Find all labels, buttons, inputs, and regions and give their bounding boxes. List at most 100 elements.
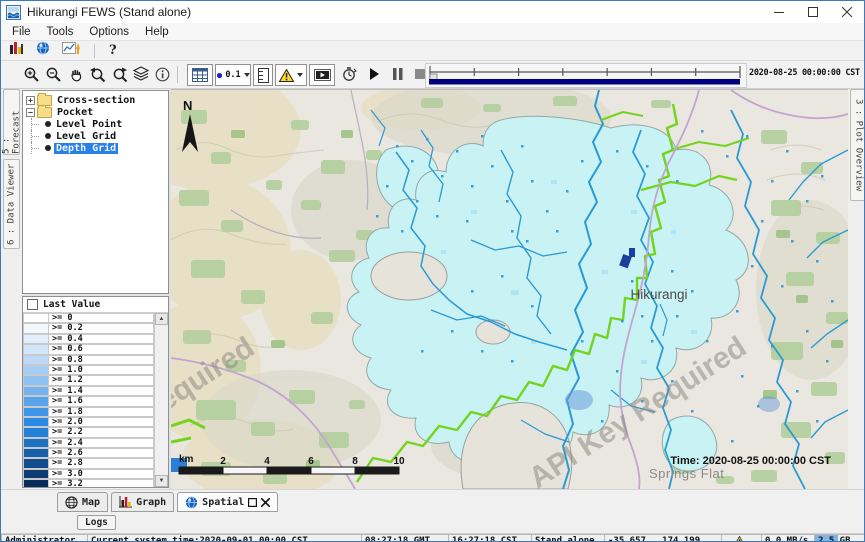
legend-row[interactable]: >= 3.2 <box>23 479 154 487</box>
tab-data-viewer[interactable]: 6 : Data Viewer <box>3 159 20 249</box>
legend-label: >= 1.0 <box>49 365 154 375</box>
legend-row[interactable]: >= 2.4 <box>23 438 154 448</box>
play-button[interactable] <box>369 64 380 84</box>
legend-row[interactable]: >= 0.6 <box>23 344 154 354</box>
legend-row[interactable]: >= 0 <box>23 313 154 323</box>
last-value-checkbox[interactable] <box>27 299 38 310</box>
scroll-up-icon[interactable]: ▲ <box>155 313 168 325</box>
timeseries-display-button[interactable] <box>62 41 80 60</box>
tab-forecast[interactable]: 5 : Forecast <box>3 89 20 155</box>
tree-item-level-point[interactable]: Level Point <box>23 118 168 130</box>
legend-row[interactable]: >= 3.0 <box>23 469 154 479</box>
scroll-down-icon[interactable]: ▼ <box>155 475 168 487</box>
layers-button[interactable] <box>133 64 149 84</box>
grid-display-toggle[interactable] <box>187 64 213 86</box>
legend-row[interactable]: >= 2.6 <box>23 448 154 458</box>
tree-item-level-grid[interactable]: Level Grid <box>23 130 168 142</box>
logs-row: Logs <box>1 512 864 533</box>
legend-label: >= 2.6 <box>49 448 154 458</box>
ruler-button[interactable] <box>253 64 273 86</box>
warning-triangle-icon[interactable] <box>733 536 746 542</box>
node-bullet-icon <box>45 121 51 127</box>
dock-tab-graph[interactable]: Graph <box>111 492 174 512</box>
minimize-button[interactable] <box>762 1 796 23</box>
logs-tab[interactable]: Logs <box>77 515 116 530</box>
legend-swatch <box>23 448 49 458</box>
dock-tab-map[interactable]: Map <box>57 492 108 512</box>
legend-row[interactable]: >= 1.2 <box>23 375 154 385</box>
legend-swatch <box>23 458 49 468</box>
tree-item-depth-grid[interactable]: Depth Grid <box>23 142 168 154</box>
warning-icon <box>279 69 294 82</box>
expand-icon[interactable]: + <box>26 96 35 105</box>
legend-label: >= 3.0 <box>49 469 154 479</box>
animation-movie-button[interactable] <box>309 64 335 86</box>
menu-item-file[interactable]: File <box>4 25 39 39</box>
legend-row[interactable]: >= 1.8 <box>23 407 154 417</box>
zoom-next-button[interactable] <box>111 64 128 84</box>
legend-row[interactable]: >= 0.2 <box>23 323 154 333</box>
collapse-icon[interactable]: − <box>26 108 35 117</box>
legend-row[interactable]: >= 2.0 <box>23 417 154 427</box>
legend-row[interactable]: >= 1.0 <box>23 365 154 375</box>
legend-title: Last Value <box>43 299 100 310</box>
left-tab-strip: 5 : Forecast 6 : Data Viewer <box>1 89 21 489</box>
legend-label: >= 0.8 <box>49 355 154 365</box>
menu-item-options[interactable]: Options <box>81 25 137 39</box>
legend-swatch <box>23 386 49 396</box>
scale-tick-label: 6 <box>308 456 314 467</box>
legend-label: >= 1.4 <box>49 386 154 396</box>
maximize-button[interactable] <box>796 1 830 23</box>
tab-plot-overview[interactable]: 3 : Plot Overview <box>850 89 865 201</box>
timeline-datetime: 2020-08-25 00:00:00 CST <box>749 68 860 78</box>
scale-tick-label: 2 <box>220 456 226 467</box>
pause-button[interactable] <box>393 64 403 84</box>
status-cell-local-time: 16:27:18 CST <box>448 534 531 542</box>
close-panel-icon[interactable] <box>261 498 270 507</box>
menu-item-tools[interactable]: Tools <box>39 25 82 39</box>
legend-row[interactable]: >= 0.8 <box>23 355 154 365</box>
timeline-slider[interactable] <box>425 63 747 88</box>
animation-timer-icon[interactable] <box>341 64 357 84</box>
menu-bar: FileToolsOptionsHelp <box>1 23 864 41</box>
legend-label: >= 0.4 <box>49 334 154 344</box>
legend-row[interactable]: >= 1.4 <box>23 386 154 396</box>
window-title: Hikurangi FEWS (Stand alone) <box>27 5 191 19</box>
chevron-down-icon <box>244 73 250 77</box>
stop-button[interactable] <box>415 64 425 84</box>
map-display-button[interactable] <box>36 41 50 60</box>
zoom-out-button[interactable] <box>45 64 62 84</box>
scale-tick-label: 10 <box>393 456 405 467</box>
info-button[interactable] <box>155 64 170 84</box>
status-cell-system-time: Current system time:2020-09-01 00:00 CST <box>87 534 361 542</box>
status-cell-bandwidth: 0.0 MB/s <box>761 534 814 542</box>
legend-label: >= 0 <box>49 313 154 323</box>
legend-row[interactable]: >= 2.2 <box>23 427 154 437</box>
legend-label: >= 2.8 <box>49 458 154 468</box>
legend-swatch <box>23 355 49 365</box>
status-cell-memory: 2.5 GB <box>814 534 865 542</box>
database-display-button[interactable] <box>9 41 24 60</box>
legend-row[interactable]: >= 1.6 <box>23 396 154 406</box>
legend-row[interactable]: >= 2.8 <box>23 458 154 468</box>
float-panel-icon[interactable] <box>248 498 257 507</box>
help-button[interactable]: ? <box>109 43 117 58</box>
warnings-dropdown[interactable] <box>275 64 307 86</box>
close-button[interactable] <box>830 1 864 23</box>
tree-item-pocket[interactable]: −Pocket <box>23 106 168 118</box>
legend-label: >= 1.6 <box>49 396 154 406</box>
scale-tick-label: 8 <box>352 456 358 467</box>
menu-item-help[interactable]: Help <box>137 25 177 39</box>
map-viewport[interactable]: API Key Required API Key Required N 2468… <box>171 89 848 489</box>
pan-hand-button[interactable] <box>67 64 84 84</box>
legend-label: >= 2.0 <box>49 417 154 427</box>
class-break-dropdown[interactable]: 0.1 <box>215 64 251 86</box>
tree-connector <box>31 130 44 142</box>
legend-label: >= 1.8 <box>49 407 154 417</box>
legend-row[interactable]: >= 0.4 <box>23 334 154 344</box>
zoom-in-button[interactable] <box>23 64 40 84</box>
zoom-previous-button[interactable] <box>89 64 106 84</box>
legend-scrollbar[interactable]: ▲ ▼ <box>154 313 168 487</box>
dock-tab-spatial[interactable]: Spatial <box>177 492 278 512</box>
legend-swatch <box>23 375 49 385</box>
